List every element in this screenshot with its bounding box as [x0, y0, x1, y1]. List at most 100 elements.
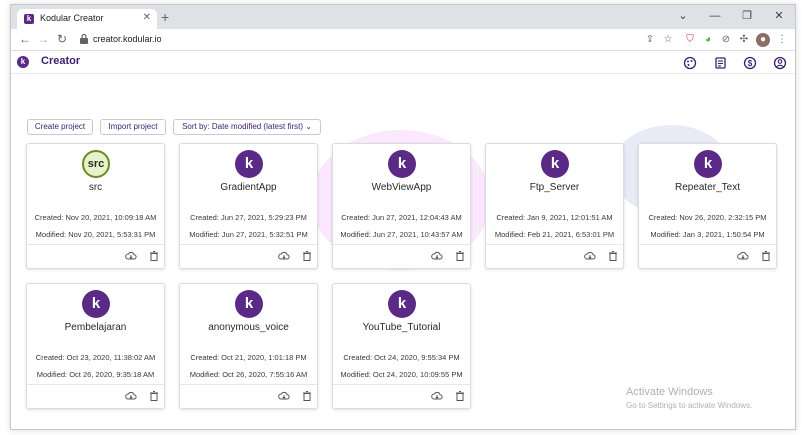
- share-icon[interactable]: ⇪: [643, 33, 657, 47]
- project-created-date: Created: Jun 27, 2021, 5:29:23 PM: [190, 213, 307, 222]
- window-controls: ⌄ — ❐ ✕: [667, 5, 795, 29]
- project-name: Repeater_Text: [674, 182, 741, 193]
- trash-icon[interactable]: [148, 390, 160, 402]
- project-logo-icon: k: [694, 150, 722, 178]
- cloud-download-icon[interactable]: [125, 390, 137, 402]
- cloud-download-icon[interactable]: [125, 250, 137, 262]
- block-extension-icon[interactable]: ⊘: [719, 33, 733, 47]
- close-window-button[interactable]: ✕: [763, 5, 795, 29]
- project-modified-date: Modified: Jan 3, 2021, 1:50:54 PM: [650, 230, 765, 239]
- extensions-puzzle-icon[interactable]: ✣: [737, 33, 751, 47]
- tab-search-icon[interactable]: ⌄: [667, 5, 699, 29]
- project-logo-icon: k: [235, 290, 263, 318]
- cloud-download-icon[interactable]: [737, 250, 749, 262]
- kodular-favicon-icon: k: [24, 14, 34, 24]
- project-logo-icon: k: [235, 150, 263, 178]
- cloud-download-icon[interactable]: [584, 250, 596, 262]
- import-project-button[interactable]: Import project: [100, 119, 166, 135]
- docs-icon[interactable]: [713, 56, 727, 70]
- activate-windows-subtitle: Go to Settings to activate Windows.: [626, 401, 753, 410]
- account-icon[interactable]: [773, 56, 787, 70]
- sort-by-label: Sort by: Date modified (latest first): [182, 122, 303, 131]
- browser-toolbar: ← → ↻ creator.kodular.io ⇪ ☆ ⛉ ◕ ⊘ ✣ ● ⋮: [11, 29, 795, 51]
- card-divider: [180, 384, 317, 385]
- svg-text:$: $: [748, 59, 753, 68]
- trash-icon[interactable]: [301, 250, 313, 262]
- project-card[interactable]: k anonymous_voice Created: Oct 21, 2020,…: [179, 283, 318, 409]
- project-created-date: Created: Oct 23, 2020, 11:38:02 AM: [35, 353, 156, 362]
- activate-windows-title: Activate Windows: [626, 386, 713, 398]
- trash-icon[interactable]: [760, 250, 772, 262]
- card-divider: [486, 244, 623, 245]
- projects-area: Create project Import project Sort by: D…: [11, 75, 795, 429]
- trash-icon[interactable]: [454, 390, 466, 402]
- bookmark-star-icon[interactable]: ☆: [661, 33, 675, 47]
- color-extension-icon[interactable]: ◕: [701, 33, 715, 47]
- project-modified-date: Modified: Jun 27, 2021, 10:43:57 AM: [340, 230, 463, 239]
- browser-menu-icon[interactable]: ⋮: [775, 33, 789, 47]
- project-card[interactable]: k WebViewApp Created: Jun 27, 2021, 12:0…: [332, 143, 471, 269]
- lock-icon[interactable]: [79, 33, 89, 45]
- project-card[interactable]: k Pembelajaran Created: Oct 23, 2020, 11…: [26, 283, 165, 409]
- card-divider: [180, 244, 317, 245]
- project-modified-date: Modified: Oct 26, 2020, 7:55:16 AM: [189, 370, 308, 379]
- palette-icon[interactable]: [683, 56, 697, 70]
- project-logo-icon: src: [82, 150, 110, 178]
- dollar-icon[interactable]: $: [743, 56, 757, 70]
- project-created-date: Created: Oct 21, 2020, 1:01:18 PM: [190, 353, 307, 362]
- tab-bar: k Kodular Creator ✕ + ⌄ — ❐ ✕: [11, 5, 795, 29]
- tab-title: Kodular Creator: [40, 13, 104, 23]
- project-name: GradientApp: [220, 182, 277, 193]
- kodular-logo-icon[interactable]: k: [17, 56, 29, 68]
- address-bar[interactable]: creator.kodular.io: [93, 34, 162, 44]
- profile-avatar[interactable]: ●: [756, 33, 770, 47]
- project-card[interactable]: k Repeater_Text Created: Nov 26, 2020, 2…: [638, 143, 777, 269]
- card-divider: [333, 384, 470, 385]
- project-card[interactable]: k GradientApp Created: Jun 27, 2021, 5:2…: [179, 143, 318, 269]
- project-name: Ftp_Server: [529, 182, 580, 193]
- project-modified-date: Modified: Jun 27, 2021, 5:32:51 PM: [189, 230, 308, 239]
- project-name: Pembelajaran: [64, 322, 127, 333]
- app-title[interactable]: Creator: [41, 55, 80, 67]
- project-created-date: Created: Nov 26, 2020, 2:32:15 PM: [648, 213, 767, 222]
- restore-button[interactable]: ❐: [731, 5, 763, 29]
- forward-arrow-icon[interactable]: →: [35, 31, 51, 47]
- shield-extension-icon[interactable]: ⛉: [683, 33, 697, 47]
- project-modified-date: Modified: Oct 24, 2020, 10:09:55 PM: [340, 370, 463, 379]
- card-divider: [27, 384, 164, 385]
- back-arrow-icon[interactable]: ←: [17, 31, 33, 47]
- project-name: anonymous_voice: [208, 322, 289, 333]
- project-name: YouTube_Tutorial: [362, 322, 441, 333]
- card-divider: [333, 244, 470, 245]
- project-modified-date: Modified: Nov 20, 2021, 5:53:31 PM: [35, 230, 156, 239]
- chevron-down-icon: ⌄: [305, 122, 312, 131]
- project-card[interactable]: k YouTube_Tutorial Created: Oct 24, 2020…: [332, 283, 471, 409]
- project-card[interactable]: k Ftp_Server Created: Jan 9, 2021, 12:01…: [485, 143, 624, 269]
- card-divider: [639, 244, 776, 245]
- project-created-date: Created: Jun 27, 2021, 12:04:43 AM: [341, 213, 462, 222]
- cloud-download-icon[interactable]: [431, 390, 443, 402]
- trash-icon[interactable]: [454, 250, 466, 262]
- project-card[interactable]: src src Created: Nov 20, 2021, 10:09:18 …: [26, 143, 165, 269]
- close-tab-icon[interactable]: ✕: [143, 12, 151, 23]
- new-tab-button[interactable]: +: [161, 9, 169, 25]
- trash-icon[interactable]: [148, 250, 160, 262]
- create-project-button[interactable]: Create project: [27, 119, 93, 135]
- minimize-button[interactable]: —: [699, 5, 731, 29]
- sort-by-dropdown[interactable]: Sort by: Date modified (latest first) ⌄: [173, 119, 321, 135]
- project-modified-date: Modified: Oct 26, 2020, 9:35:18 AM: [36, 370, 155, 379]
- project-logo-icon: k: [82, 290, 110, 318]
- trash-icon[interactable]: [607, 250, 619, 262]
- project-name: src: [88, 182, 103, 193]
- cloud-download-icon[interactable]: [278, 250, 290, 262]
- project-logo-icon: k: [541, 150, 569, 178]
- cloud-download-icon[interactable]: [431, 250, 443, 262]
- browser-window: k Kodular Creator ✕ + ⌄ — ❐ ✕ ← → ↻ crea…: [10, 4, 796, 430]
- project-created-date: Created: Nov 20, 2021, 10:09:18 AM: [34, 213, 157, 222]
- project-name: WebViewApp: [371, 182, 432, 193]
- browser-tab[interactable]: k Kodular Creator ✕: [17, 9, 157, 29]
- trash-icon[interactable]: [301, 390, 313, 402]
- app-header: k Creator $: [11, 52, 795, 74]
- reload-icon[interactable]: ↻: [54, 31, 70, 47]
- cloud-download-icon[interactable]: [278, 390, 290, 402]
